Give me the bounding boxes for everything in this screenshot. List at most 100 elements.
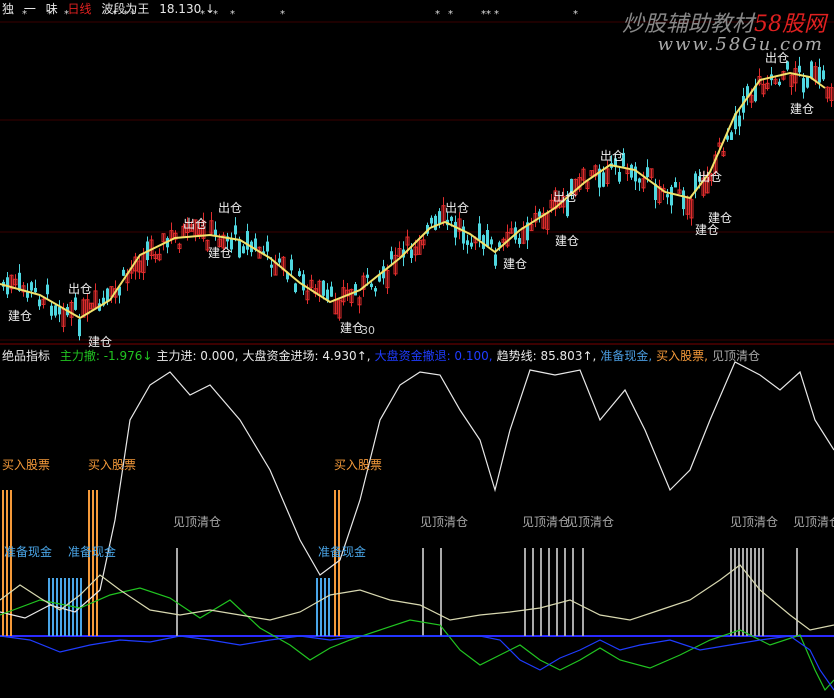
candle-body <box>450 216 453 221</box>
candle-body <box>618 172 621 182</box>
period-label[interactable]: 日线 <box>68 2 92 16</box>
header-item: 独 <box>2 2 15 16</box>
top-bar <box>440 548 442 636</box>
indicator-value-5: 准备现金, <box>600 349 653 363</box>
candle-body <box>34 287 37 293</box>
top-bar <box>524 548 526 636</box>
candle-body <box>50 305 53 316</box>
indicator-name[interactable]: 绝品指标 <box>2 349 50 363</box>
indicator-line <box>0 635 834 691</box>
cash-bar <box>48 578 50 636</box>
candle-body <box>802 78 805 93</box>
indicator-value-4: 趋势线: 85.803↑, <box>496 349 597 363</box>
indicator-signal-label: 见顶清仓 <box>522 515 570 529</box>
candle-body <box>454 221 457 238</box>
candle-body <box>430 217 433 224</box>
ma-curve <box>0 71 826 320</box>
candle-body <box>26 292 29 298</box>
candle-body <box>630 164 633 178</box>
indicator-signal-label: 准备现金 <box>4 544 52 559</box>
buy-bar <box>88 490 90 636</box>
star-mark: * <box>230 9 235 20</box>
buy-bar <box>92 490 94 636</box>
candle-body <box>470 242 473 247</box>
candle-body <box>638 178 641 183</box>
candle-body <box>390 251 393 260</box>
candle-body <box>434 215 437 230</box>
star-mark: * <box>573 9 578 20</box>
signal-annotation: 建仓 <box>8 309 32 323</box>
cash-bar <box>320 578 322 636</box>
candle-body <box>46 284 49 295</box>
candle-body <box>278 258 281 263</box>
top-bar <box>532 548 534 636</box>
indicator-line <box>0 564 834 631</box>
indicator-signal-label: 买入股票 <box>88 458 136 472</box>
candle-body <box>778 81 781 86</box>
candle-body <box>298 271 301 276</box>
candle-body <box>270 264 273 268</box>
candle-body <box>486 230 489 247</box>
signal-annotation: 建仓 <box>555 234 579 248</box>
top-bar <box>796 548 798 636</box>
candle-body <box>370 283 373 288</box>
signal-annotation: 建仓 <box>695 223 719 237</box>
indicator-signal-label: 准备现金 <box>318 544 366 559</box>
candle-body <box>38 299 41 307</box>
buy-bar <box>338 490 340 636</box>
top-bar <box>742 548 744 636</box>
candle-body <box>682 190 685 210</box>
top-bar <box>754 548 756 636</box>
candle-body <box>674 182 677 188</box>
star-mark: * <box>486 9 491 20</box>
star-mark: * <box>280 9 285 20</box>
header-item: 味 <box>45 2 58 16</box>
indicator-signal-label: 见顶清仓 <box>730 515 778 529</box>
buy-bar <box>96 490 98 636</box>
top-bar <box>730 548 732 636</box>
candle-body <box>490 239 493 245</box>
chart-grid <box>0 21 834 637</box>
top-bar <box>548 548 550 636</box>
signal-annotation: 出仓 <box>600 149 624 163</box>
cash-bar <box>68 578 70 636</box>
candle-body <box>462 226 465 244</box>
top-bar <box>556 548 558 636</box>
indicator-line <box>0 587 834 692</box>
cash-bar <box>60 578 62 636</box>
candle-body <box>322 280 325 296</box>
signal-annotation: 出仓 <box>553 190 577 204</box>
candle-body <box>634 166 637 182</box>
candle-body <box>290 259 293 271</box>
signal-annotation: 建仓 <box>790 102 814 116</box>
indicator-value-1: 主力进: 0.000, <box>156 349 239 363</box>
cash-bar <box>52 578 54 636</box>
top-bar <box>750 548 752 636</box>
candle-body <box>730 132 733 140</box>
indicator-lines <box>0 361 834 692</box>
star-mark: * <box>494 9 499 20</box>
candle-body <box>122 269 125 276</box>
watermark-url: www.58Gu.com <box>657 34 824 55</box>
top-bar <box>564 548 566 636</box>
price-panel-header: 独 一 味 日线 波段为王 18.130 ↓ <box>2 0 221 17</box>
indicator-value-6: 买入股票, <box>656 349 708 363</box>
candle-body <box>246 231 249 250</box>
cash-bar <box>328 578 330 636</box>
candle-body <box>822 70 825 80</box>
candlesticks <box>2 56 834 341</box>
strategy-label: 波段为王 <box>101 2 150 16</box>
candle-body <box>242 246 245 254</box>
candle-body <box>234 225 237 235</box>
candle-body <box>58 307 61 315</box>
cash-bar <box>324 578 326 636</box>
candle-body <box>646 167 649 178</box>
signal-annotation: 出仓 <box>698 170 722 184</box>
indicator-value-3: 大盘资金撤退: 0.100, <box>374 349 493 363</box>
indicator-line <box>0 361 834 619</box>
indicator-signal-label: 见顶清仓 <box>173 515 221 529</box>
candle-body <box>478 223 481 240</box>
top-bar <box>758 548 760 636</box>
candle-body <box>74 297 77 310</box>
signal-annotation: 出仓 <box>445 201 469 215</box>
